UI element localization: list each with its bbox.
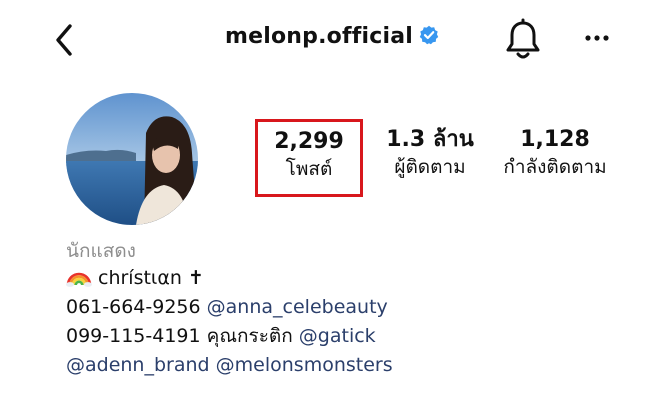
avatar-photo — [66, 93, 198, 225]
profile-category: นักแสดง — [66, 240, 136, 262]
followers-label: ผู้ติดตาม — [394, 156, 466, 178]
mention-link-4[interactable]: @melonsmonsters — [216, 354, 393, 376]
mention-link-2[interactable]: @gatick — [299, 325, 376, 347]
phone-number-2: 099-115-4191 — [66, 325, 201, 347]
verified-badge-icon — [419, 25, 439, 45]
bio-contact-line-2: 099-115-4191 คุณกระติก @gatick — [66, 322, 626, 351]
profile-avatar[interactable] — [66, 93, 198, 225]
rainbow-emoji-icon — [66, 272, 92, 287]
bio-contact-line-1: 061-664-9256 @anna_celebeauty — [66, 293, 626, 322]
following-count: 1,128 — [520, 127, 590, 152]
mention-link-1[interactable]: @anna_celebeauty — [207, 296, 388, 318]
mention-link-3[interactable]: @adenn_brand — [66, 354, 210, 376]
bio-name: chrístιαn ✝ — [98, 267, 204, 289]
bio-mentions-line: @adenn_brand @melonsmonsters — [66, 351, 626, 380]
bio-name-line: chrístιαn ✝ — [66, 264, 626, 293]
contact-name-2: คุณกระติก — [206, 325, 293, 347]
profile-bio: นักแสดง chrístιαn ✝ 061-664-9256 @anna_c… — [66, 238, 626, 380]
stat-followers[interactable]: 1.3 ล้าน ผู้ติดตาม — [384, 126, 476, 180]
posts-count: 2,299 — [274, 129, 344, 154]
posts-label: โพสต์ — [285, 158, 333, 180]
bell-icon[interactable] — [503, 18, 543, 62]
stat-posts-highlight[interactable]: 2,299 โพสต์ — [255, 119, 363, 197]
profile-title: melonp.official — [0, 24, 664, 49]
profile-header: melonp.official — [0, 0, 664, 82]
following-label: กำลังติดตาม — [503, 156, 607, 178]
followers-count: 1.3 ล้าน — [386, 127, 474, 152]
stat-following[interactable]: 1,128 กำลังติดตาม — [496, 126, 614, 180]
more-dots-icon[interactable] — [582, 30, 612, 46]
phone-number-1: 061-664-9256 — [66, 296, 201, 318]
username: melonp.official — [224, 24, 414, 49]
